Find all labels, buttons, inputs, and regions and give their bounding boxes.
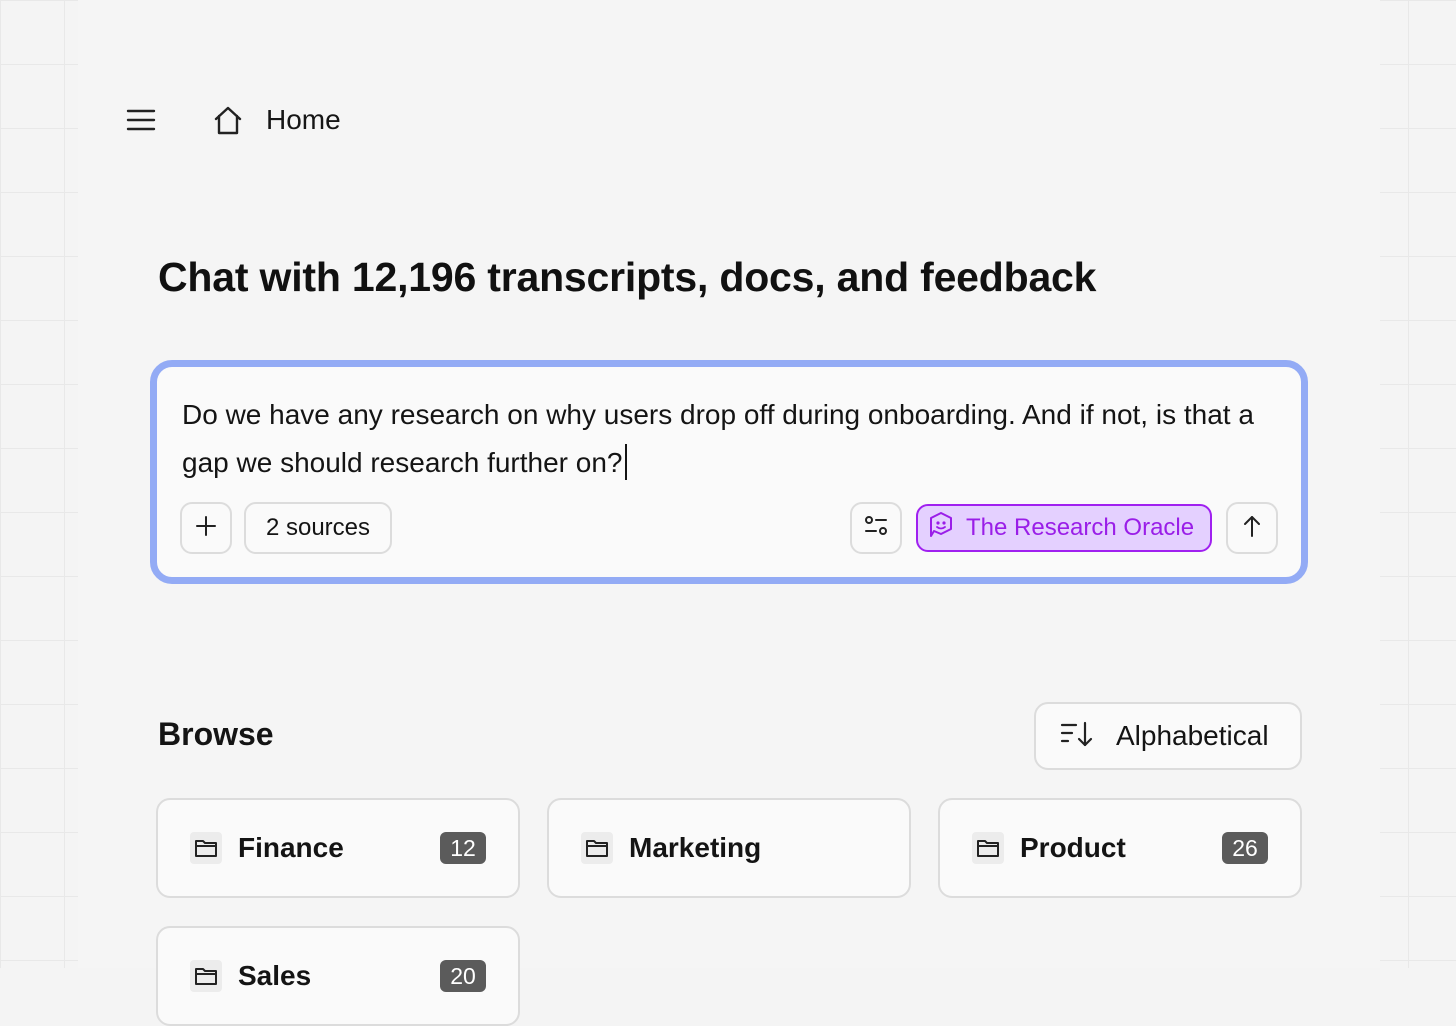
sort-button[interactable]: Alphabetical [1034, 702, 1302, 770]
folder-count-badge: 12 [440, 832, 486, 864]
sources-button[interactable]: 2 sources [244, 502, 392, 554]
folder-count-badge: 20 [440, 960, 486, 992]
folder-icon [581, 832, 613, 864]
agent-label: The Research Oracle [966, 514, 1194, 542]
sources-label: 2 sources [266, 514, 370, 542]
folder-card-product[interactable]: Product 26 [938, 798, 1302, 898]
text-caret [625, 444, 627, 480]
folder-icon [972, 832, 1004, 864]
folder-name: Marketing [629, 832, 761, 864]
sort-icon [1060, 720, 1094, 753]
plus-icon [195, 515, 217, 542]
folder-card-marketing[interactable]: Marketing [547, 798, 911, 898]
settings-sliders-icon [863, 514, 889, 543]
send-button[interactable] [1226, 502, 1278, 554]
folder-icon [190, 960, 222, 992]
chat-input-text: Do we have any research on why users dro… [182, 399, 1254, 478]
folder-name: Finance [238, 832, 344, 864]
menu-icon[interactable] [126, 100, 158, 140]
add-button[interactable] [180, 502, 232, 554]
folder-count-badge: 26 [1222, 832, 1268, 864]
chat-composer[interactable]: Do we have any research on why users dro… [150, 360, 1308, 584]
browse-heading: Browse [158, 716, 274, 753]
folder-card-finance[interactable]: Finance 12 [156, 798, 520, 898]
agent-selector-button[interactable]: The Research Oracle [916, 504, 1212, 552]
folder-name: Product [1020, 832, 1126, 864]
folder-name: Sales [238, 960, 311, 992]
sort-label: Alphabetical [1116, 720, 1269, 752]
oracle-icon [928, 511, 954, 546]
settings-button[interactable] [850, 502, 902, 554]
home-icon[interactable] [212, 100, 244, 140]
top-bar: Home [126, 100, 341, 140]
folder-card-sales[interactable]: Sales 20 [156, 926, 520, 1026]
chat-input[interactable]: Do we have any research on why users dro… [182, 391, 1282, 487]
arrow-up-icon [1241, 514, 1263, 543]
folder-icon [190, 832, 222, 864]
home-link[interactable]: Home [266, 104, 341, 136]
page-title: Chat with 12,196 transcripts, docs, and … [158, 254, 1096, 301]
